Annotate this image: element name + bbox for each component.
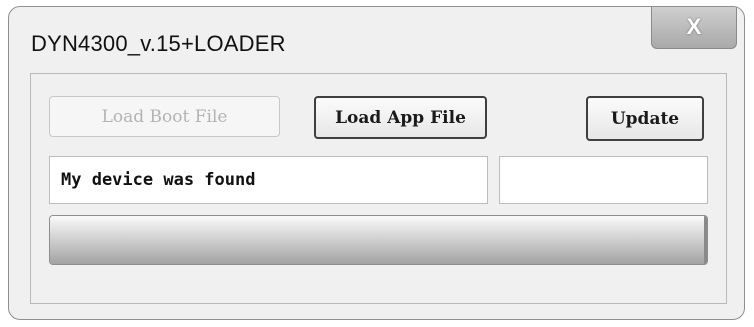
load-app-file-button[interactable]: Load App File bbox=[314, 96, 487, 139]
client-area: Load Boot File Load App File Update My d… bbox=[30, 73, 727, 304]
info-field bbox=[499, 156, 708, 204]
window-title: DYN4300_v.15+LOADER bbox=[31, 31, 286, 56]
progress-bar bbox=[49, 215, 708, 265]
status-message: My device was found bbox=[61, 170, 256, 190]
progress-fill bbox=[50, 216, 707, 264]
close-icon: X bbox=[686, 14, 702, 39]
status-message-field: My device was found bbox=[49, 156, 488, 204]
update-button[interactable]: Update bbox=[586, 96, 704, 141]
load-boot-file-button[interactable]: Load Boot File bbox=[49, 96, 280, 137]
close-button[interactable]: X bbox=[651, 7, 737, 49]
loader-window: DYN4300_v.15+LOADER X Load Boot File Loa… bbox=[8, 6, 745, 320]
